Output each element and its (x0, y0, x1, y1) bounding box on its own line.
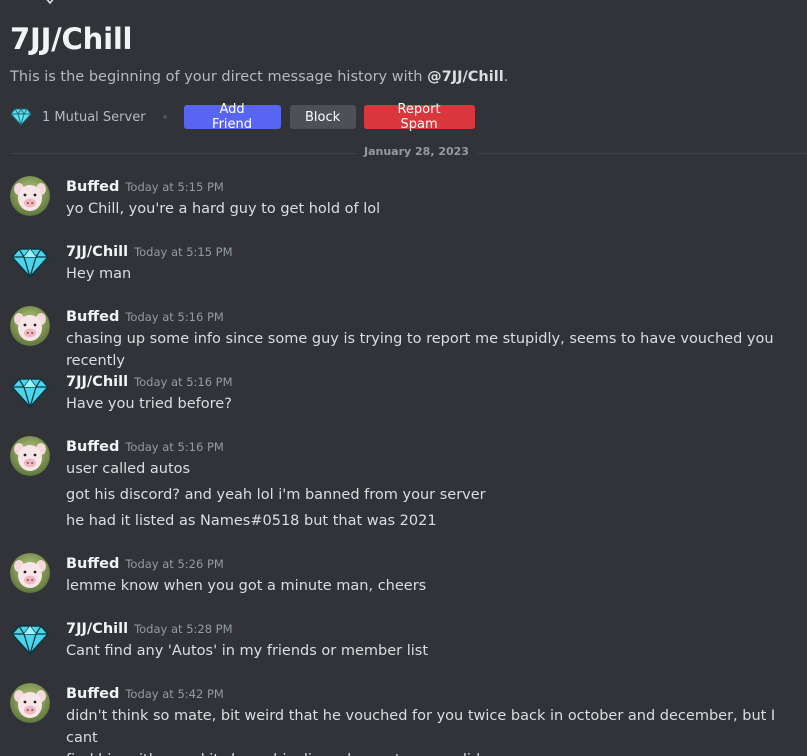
page-title: 7JJ/Chill (10, 22, 133, 56)
message-header: Buffed Today at 5:26 PM (66, 553, 224, 572)
message-timestamp: Today at 5:16 PM (125, 310, 224, 324)
message-author[interactable]: 7JJ/Chill (66, 244, 128, 260)
message-header: Buffed Today at 5:16 PM (66, 436, 224, 455)
message-line: he had it listed as Names#0518 but that … (66, 513, 437, 529)
message-header: 7JJ/Chill Today at 5:28 PM (66, 618, 233, 637)
message-line: find him either and it shows his discord… (66, 749, 796, 756)
add-friend-button[interactable]: Add Friend (183, 102, 281, 132)
message-header: 7JJ/Chill Today at 5:16 PM (66, 371, 233, 390)
message-author[interactable]: 7JJ/Chill (66, 621, 128, 637)
message-line: Hey man (66, 266, 132, 282)
chevron-down-icon[interactable] (44, 0, 56, 6)
message-line: Cant find any 'Autos' in my friends or m… (66, 643, 429, 659)
report-spam-button[interactable]: Report Spam (363, 102, 475, 132)
mutual-servers[interactable]: 1 Mutual Server (10, 108, 146, 126)
diamond-avatar[interactable] (10, 241, 50, 281)
message-author[interactable]: Buffed (66, 686, 119, 702)
message-timestamp: Today at 5:15 PM (125, 180, 224, 194)
dm-intro-text: This is the beginning of your direct mes… (10, 69, 508, 85)
mutual-servers-label: 1 Mutual Server (42, 109, 146, 125)
dm-channel: 7JJ/Chill This is the beginning of your … (0, 0, 807, 756)
message-content: yo Chill, you're a hard guy to get hold … (66, 198, 796, 220)
message-line: user called autos (66, 461, 191, 477)
diamond-server-icon (10, 108, 32, 126)
block-button[interactable]: Block (289, 105, 356, 129)
message-timestamp: Today at 5:28 PM (134, 622, 233, 636)
message-content: Hey man (66, 263, 796, 285)
message-timestamp: Today at 5:15 PM (134, 245, 233, 259)
message-content: user called autos got his discord? and ye… (66, 458, 796, 532)
message-author[interactable]: Buffed (66, 179, 119, 195)
message-timestamp: Today at 5:16 PM (125, 440, 224, 454)
date-divider: January 28, 2023 (356, 145, 477, 158)
message-content: chasing up some info since some guy is t… (66, 328, 796, 372)
message-header: Buffed Today at 5:42 PM (66, 683, 224, 702)
separator-dot (162, 115, 167, 119)
message-line: yo Chill, you're a hard guy to get hold … (66, 201, 381, 217)
message-author[interactable]: Buffed (66, 556, 119, 572)
message-line: chasing up some info since some guy is t… (66, 331, 774, 369)
message-content: Cant find any 'Autos' in my friends or m… (66, 640, 796, 662)
message-author[interactable]: Buffed (66, 439, 119, 455)
message-header: Buffed Today at 5:16 PM (66, 306, 224, 325)
message-timestamp: Today at 5:16 PM (134, 375, 233, 389)
message-author[interactable]: 7JJ/Chill (66, 374, 128, 390)
message-header: 7JJ/Chill Today at 5:15 PM (66, 241, 233, 260)
message-content: Have you tried before? (66, 393, 796, 415)
message-line: lemme know when you got a minute man, ch… (66, 578, 427, 594)
message-line: Have you tried before? (66, 396, 232, 412)
message-timestamp: Today at 5:42 PM (125, 687, 224, 701)
message-line: got his discord? and yeah lol i'm banned… (66, 487, 486, 503)
pig-avatar[interactable] (10, 683, 50, 723)
diamond-avatar[interactable] (10, 371, 50, 411)
intro-suffix: . (503, 69, 509, 85)
pig-avatar[interactable] (10, 176, 50, 216)
profile-actions: 1 Mutual Server Add Friend Block Report … (10, 102, 475, 132)
user-mention[interactable]: @7JJ/Chill (427, 69, 504, 85)
message-author[interactable]: Buffed (66, 309, 119, 325)
diamond-avatar[interactable] (10, 618, 50, 658)
message-header: Buffed Today at 5:15 PM (66, 176, 224, 195)
pig-avatar[interactable] (10, 306, 50, 346)
pig-avatar[interactable] (10, 553, 50, 593)
message-content: lemme know when you got a minute man, ch… (66, 575, 796, 597)
message-line: didn't think so mate, bit weird that he … (66, 708, 776, 746)
message-content: didn't think so mate, bit weird that he … (66, 705, 796, 756)
pig-avatar[interactable] (10, 436, 50, 476)
message-timestamp: Today at 5:26 PM (125, 557, 224, 571)
intro-prefix: This is the beginning of your direct mes… (10, 69, 428, 85)
